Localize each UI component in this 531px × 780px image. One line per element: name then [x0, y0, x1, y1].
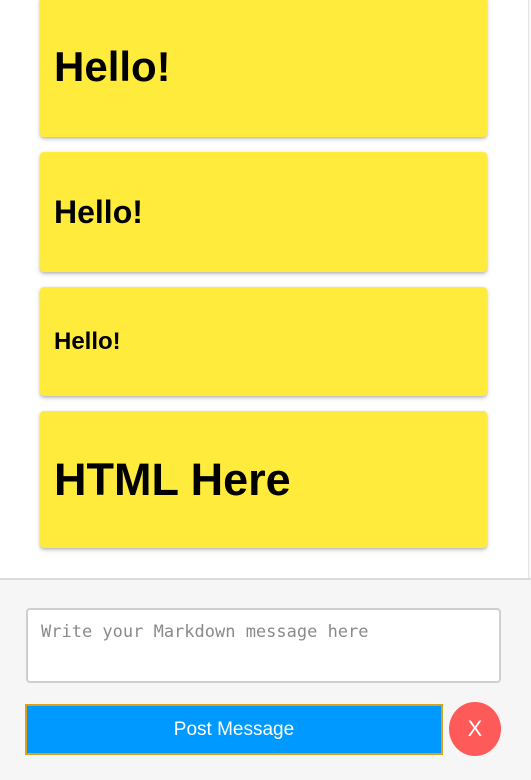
close-icon: X	[467, 716, 483, 741]
markdown-message-input[interactable]	[26, 608, 501, 683]
message-heading: Hello!	[54, 193, 143, 230]
message-composer: Post Message X	[0, 578, 531, 780]
message-card: Hello!	[40, 287, 487, 396]
message-card: Hello!	[40, 0, 487, 137]
message-heading: HTML Here	[54, 453, 291, 505]
message-heading: Hello!	[54, 42, 171, 90]
close-button[interactable]: X	[449, 702, 501, 756]
post-message-label: Post Message	[173, 718, 295, 740]
message-card: Hello!	[40, 152, 487, 272]
post-message-button[interactable]: Post Message	[25, 704, 443, 755]
message-feed[interactable]: Hello! Hello! Hello! HTML Here	[0, 0, 528, 578]
message-heading: Hello!	[54, 327, 121, 355]
message-card: HTML Here	[40, 411, 487, 548]
